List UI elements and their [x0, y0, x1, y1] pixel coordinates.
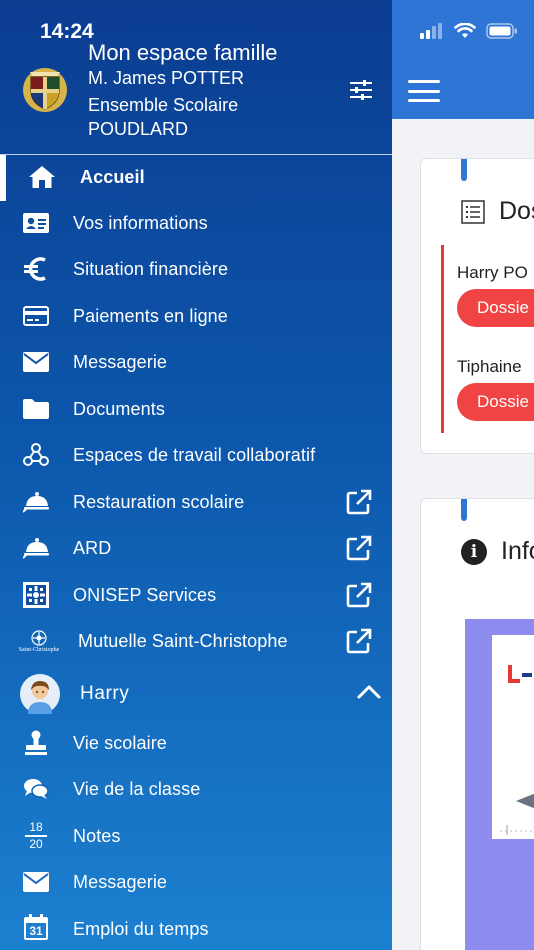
nav-item-vos-informations[interactable]: Vos informations: [0, 201, 392, 245]
nav-label: Vie de la classe: [73, 779, 201, 799]
nav-label: Accueil: [80, 167, 145, 187]
chat-icon: [24, 779, 49, 799]
nav-label: Notes: [73, 826, 121, 846]
nav-item-documents[interactable]: Documents: [0, 387, 392, 431]
navigation-drawer: 14:24 Mon espace famille M. James POTTER…: [0, 0, 392, 950]
nav-label: ONISEP Services: [73, 585, 217, 605]
nav-label: Vos informations: [73, 213, 208, 233]
nav-item-onisep-services[interactable]: ONISEP Services: [0, 573, 392, 617]
nav-item-notes[interactable]: 18 20 Notes: [0, 814, 392, 858]
nav-item-vie-scolaire[interactable]: Vie scolaire: [0, 721, 392, 765]
cloche-icon: [23, 538, 49, 559]
external-link-icon: [346, 489, 372, 515]
card-accent: [461, 159, 467, 181]
signal-icon: [420, 23, 442, 39]
nav-label: Messagerie: [73, 352, 168, 372]
nav-item-restauration-scolaire[interactable]: Restauration scolaire: [0, 480, 392, 524]
card-title: i Info: [461, 537, 534, 566]
stamp-icon: [25, 730, 47, 755]
nav-item-situation-financiere[interactable]: Situation financière: [0, 247, 392, 291]
school-name-line1: Ensemble Scolaire: [88, 95, 239, 115]
list-icon: [461, 199, 485, 224]
child-section-harry[interactable]: Harry: [0, 670, 392, 716]
dossiers-card: Dos Harry PO Dossie Tiphaine Dossie: [420, 158, 534, 454]
info-card: i Info: [420, 498, 534, 950]
battery-icon: [486, 23, 517, 39]
nav-item-ard[interactable]: ARD: [0, 526, 392, 570]
nav-item-messagerie-child[interactable]: Messagerie: [0, 860, 392, 904]
external-link-icon: [346, 535, 372, 561]
external-link-icon: [346, 628, 372, 654]
nav-label: Messagerie: [73, 872, 168, 892]
external-link-icon: [346, 582, 372, 608]
network-icon: [23, 443, 49, 466]
child-name: Harry: [80, 683, 130, 704]
school-name-line2: POUDLARD: [88, 119, 189, 139]
dossiers-title: Dos: [499, 197, 534, 225]
sliders-icon: [350, 80, 372, 100]
settings-button[interactable]: [348, 78, 374, 102]
user-name: M. James POTTER: [88, 68, 245, 88]
calendar-day: 31: [29, 924, 43, 938]
status-line: [441, 245, 444, 433]
school-crest-icon: [23, 68, 67, 112]
onisep-icon: [23, 582, 49, 608]
main-content: Dos Harry PO Dossie Tiphaine Dossie i In…: [392, 0, 534, 950]
nav-item-mutuelle-saint-christophe[interactable]: Saint-Christophe Mutuelle Saint-Christop…: [0, 619, 392, 663]
info-illustration: [465, 619, 534, 950]
nav-label: ARD: [73, 538, 112, 558]
envelope-icon: [23, 352, 49, 372]
saint-christophe-logo: [31, 629, 47, 646]
saint-christophe-logo-text: Saint-Christophe: [18, 646, 60, 653]
credit-card-icon: [23, 306, 49, 326]
calendar-icon: 31: [24, 914, 48, 940]
hamburger-menu-icon[interactable]: [408, 80, 440, 102]
envelope-icon: [23, 872, 49, 892]
avatar-icon: [20, 674, 60, 714]
nav-label: Situation financière: [73, 259, 229, 279]
app-top-bar: [392, 0, 534, 119]
card-title: Dos: [461, 197, 534, 226]
student-name: Harry PO: [457, 263, 528, 282]
nav-label: Documents: [73, 399, 165, 419]
home-icon: [29, 166, 55, 188]
chevron-up-icon[interactable]: [357, 684, 381, 700]
grade-denominator: 20: [29, 836, 43, 851]
illustration-paper: [492, 635, 534, 839]
wifi-icon: [454, 23, 476, 38]
nav-label: Restauration scolaire: [73, 492, 245, 512]
id-card-icon: [23, 213, 49, 233]
nav-item-emploi-du-temps[interactable]: 31 Emploi du temps: [0, 907, 392, 950]
student-name: Tiphaine: [457, 357, 522, 376]
info-icon: i: [461, 538, 487, 565]
dossier-button[interactable]: Dossie: [457, 289, 534, 327]
nav-item-vie-de-la-classe[interactable]: Vie de la classe: [0, 767, 392, 811]
app-title: Mon espace famille: [88, 40, 278, 65]
grade-fraction-icon: 18 20: [20, 820, 52, 852]
nav-label: Emploi du temps: [73, 919, 209, 939]
status-icons: [420, 23, 518, 39]
nav-item-messagerie[interactable]: Messagerie: [0, 340, 392, 384]
nav-label: Mutuelle Saint-Christophe: [78, 631, 288, 651]
nav-item-espaces-collaboratif[interactable]: Espaces de travail collaboratif: [0, 433, 392, 477]
info-title: Info: [501, 537, 534, 565]
nav-label: Vie scolaire: [73, 733, 167, 753]
folder-icon: [23, 399, 49, 419]
status-bar-time: 14:24: [40, 20, 94, 43]
nav-label: Espaces de travail collaboratif: [73, 445, 316, 465]
nav-item-paiements-en-ligne[interactable]: Paiements en ligne: [0, 294, 392, 338]
nav-item-accueil[interactable]: Accueil: [0, 155, 392, 199]
dossier-button[interactable]: Dossie: [457, 383, 534, 421]
nav-label: Paiements en ligne: [73, 306, 228, 326]
grade-numerator: 18: [29, 820, 43, 835]
cloche-icon: [23, 492, 49, 513]
euro-icon: [24, 257, 46, 281]
card-accent: [461, 499, 467, 521]
